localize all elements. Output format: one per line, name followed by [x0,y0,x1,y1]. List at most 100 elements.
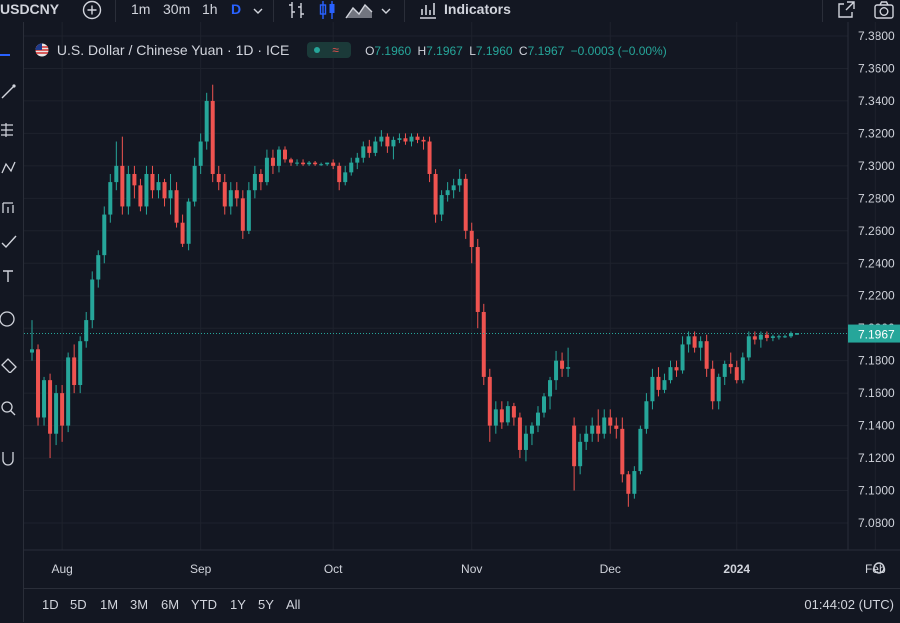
price-tick-label: 7.2400 [858,256,895,270]
candle-body [590,425,595,434]
candle-body [307,162,312,165]
candle-body [36,349,41,418]
candle-body [728,363,733,368]
range-3m[interactable]: 3M [130,597,148,612]
market-status-badge[interactable]: ≈ [307,42,352,58]
candle-body [517,417,522,450]
candle-body [373,141,378,153]
low-value: 7.1960 [475,44,513,58]
range-ytd[interactable]: YTD [191,597,217,612]
candle-body [264,157,269,183]
candle-body [325,162,330,165]
candle-body [764,334,769,338]
candle-body [439,195,444,215]
candle-body [301,162,306,165]
time-tick-label: Oct [324,562,343,576]
symbol-title[interactable]: U.S. Dollar / Chinese Yuan · 1D · ICE [57,42,289,58]
candle-body [475,247,480,312]
candle-body [78,341,83,386]
range-5y[interactable]: 5Y [258,597,274,612]
candle-body [505,406,510,423]
price-tick-label: 7.1000 [858,484,895,498]
candle-body [427,141,432,174]
range-5d[interactable]: 5D [70,597,87,612]
price-tick-label: 7.1400 [858,419,895,433]
candle-body [120,165,125,207]
candle-body [692,336,697,348]
candle-body [246,190,251,231]
candle-body [602,417,607,434]
candle-body [84,320,89,342]
change-value: −0.0003 (−0.00%) [570,44,667,58]
candle-body [644,401,649,429]
price-tick-label: 7.2200 [858,289,895,303]
candle-body [60,393,65,426]
candle-body [48,380,53,434]
candle-body [650,376,655,402]
candle-body [578,441,583,467]
price-tick-label: 7.2800 [858,191,895,205]
utc-clock[interactable]: 01:44:02 (UTC) [804,597,894,612]
candle-body [776,336,781,338]
candle-body [385,136,390,147]
status-icon: ≈ [332,43,339,57]
range-1y[interactable]: 1Y [230,597,246,612]
candle-body [680,344,685,371]
candle-body [90,279,95,321]
candle-body [289,159,294,163]
candle-body [186,201,191,244]
candle-body [632,471,637,494]
candle-body [548,380,553,397]
candle-body [102,214,107,256]
range-1m[interactable]: 1M [100,597,118,612]
candle-body [313,162,318,165]
candle-body [144,173,149,207]
candle-body [668,367,673,381]
price-tick-label: 7.2600 [858,224,895,238]
candle-body [276,149,281,166]
candle-body [674,367,679,371]
candle-body [704,341,709,369]
price-chart[interactable]: 7.3800 7.3600 7.3400 7.3200 7.3000 7.2800 7.26… [0,0,900,622]
candle-body [487,376,492,426]
candle-body [409,136,414,142]
candle-body [295,162,300,164]
candle-body [132,173,137,186]
price-tick-label: 7.0800 [858,516,895,530]
candle-body [216,173,221,183]
candle-body [174,190,179,223]
candle-body [469,230,474,248]
candle-body [770,336,775,338]
candle-body [608,417,613,426]
candle-body [156,182,161,191]
candle-body [349,162,354,173]
time-tick-label: Aug [51,562,72,576]
time-tick-label: Sep [190,562,212,576]
range-6m[interactable]: 6M [161,597,179,612]
candle-body [138,185,143,207]
candle-body [746,336,751,358]
price-tick-label: 7.3600 [858,61,895,75]
candle-body [626,474,631,494]
candle-body [54,393,59,434]
low-label: L [469,44,476,58]
range-1d[interactable]: 1D [42,597,59,612]
candle-body [722,363,727,377]
candle-body [560,360,565,369]
candle-body [523,433,528,450]
candle-body [752,336,757,340]
high-label: H [417,44,427,58]
candle-body [367,146,372,153]
high-value: 7.1967 [426,44,463,58]
candle-body [638,428,643,472]
candle-body [542,396,547,413]
candle-body [614,425,619,429]
candle-body [397,138,402,140]
candle-body [734,367,739,381]
candle-body [499,409,504,423]
candle-body [554,360,559,381]
range-all[interactable]: All [286,597,300,612]
candle-body [270,157,275,166]
candle-body [204,100,209,142]
us-flag-icon [35,43,49,57]
